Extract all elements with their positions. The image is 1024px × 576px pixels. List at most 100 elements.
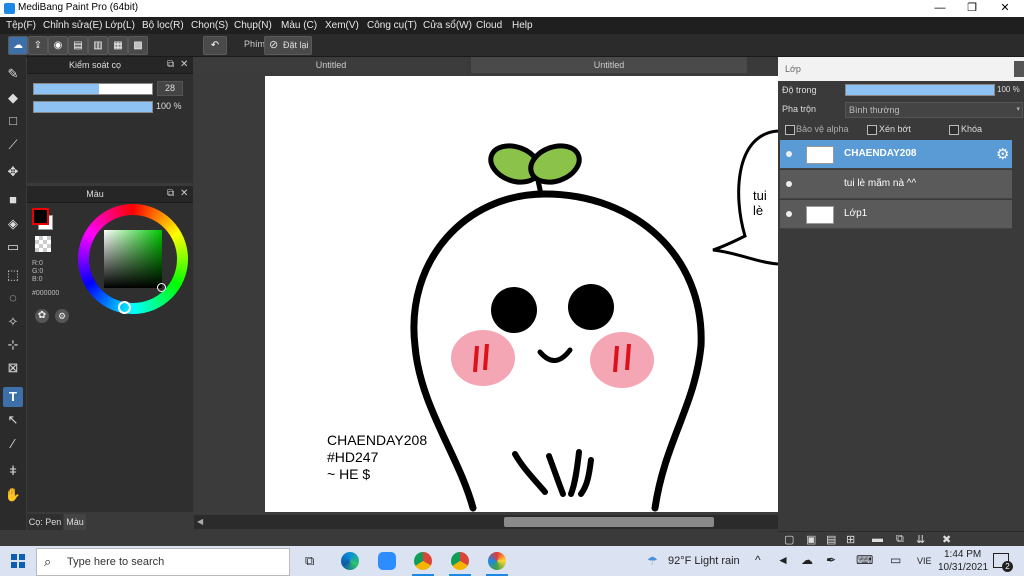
close-panel-icon[interactable]: ✕	[180, 188, 188, 199]
brush-size-slider[interactable]	[33, 83, 153, 95]
pen-icon[interactable]: ✒	[826, 553, 836, 567]
magic-wand-tool-icon[interactable]: ✧	[3, 312, 23, 332]
grid-icon[interactable]: ▦	[108, 36, 128, 55]
zoom-icon[interactable]	[378, 552, 396, 570]
brush-opacity-slider[interactable]	[33, 101, 153, 113]
layer-row[interactable]: Lớp1	[780, 200, 1012, 229]
layer-row[interactable]: tui lè mãm nà ^^	[780, 170, 1012, 199]
doc-tab-1[interactable]: Untitled	[194, 57, 468, 73]
visibility-icon[interactable]	[786, 151, 792, 157]
menu-layer[interactable]: Lớp(L)	[105, 20, 135, 31]
hand-tool-icon[interactable]: ✋	[3, 485, 23, 505]
menu-help[interactable]: Help	[512, 20, 533, 31]
tab-brush[interactable]: Cọ: Pen	[27, 514, 63, 530]
tiles-icon[interactable]: ▩	[128, 36, 148, 55]
chat-icon[interactable]: ▤	[68, 36, 88, 55]
comment-icon[interactable]: ◉	[48, 36, 68, 55]
upload-icon[interactable]: ⇪	[28, 36, 48, 55]
cloud-icon[interactable]: ☁	[8, 36, 28, 55]
menu-tools[interactable]: Công cụ(T)	[367, 20, 417, 31]
text-tool-icon[interactable]: T	[3, 387, 23, 407]
gradient-tool-icon[interactable]: ▭	[3, 237, 23, 257]
brush-size-value[interactable]: 28	[157, 81, 183, 96]
weather-icon[interactable]: ☂	[647, 554, 658, 568]
scroll-left-icon[interactable]: ◀	[197, 517, 203, 526]
reset-button[interactable]: ⊘ Đặt lại	[264, 36, 312, 55]
maximize-button[interactable]: ❐	[956, 0, 988, 17]
speaker-icon[interactable]: ◄	[777, 553, 789, 567]
menu-view[interactable]: Xem(V)	[325, 20, 359, 31]
new-layer-icon[interactable]: ▢	[784, 533, 794, 546]
line-tool-icon[interactable]: ⟋	[3, 135, 23, 155]
palette-settings-icon[interactable]: ⚙	[55, 309, 69, 323]
saturation-value-square[interactable]	[104, 230, 162, 288]
eraser-tool-icon[interactable]: ◆	[3, 88, 23, 108]
close-window-button[interactable]: ✕	[989, 0, 1021, 17]
clipping-checkbox[interactable]	[867, 125, 877, 135]
gear-icon[interactable]: ⚙	[996, 145, 1009, 163]
clock-time[interactable]: 1:44 PM	[944, 549, 981, 560]
select-rect-tool-icon[interactable]: ⬚	[3, 265, 23, 285]
folder-icon[interactable]: ▬	[872, 533, 883, 545]
medibang-taskbar-icon[interactable]	[488, 552, 506, 570]
menu-select[interactable]: Chọn(S)	[191, 20, 228, 31]
eyedropper-tool-icon[interactable]: ǂ	[3, 461, 23, 481]
document-icon[interactable]: ▥	[88, 36, 108, 55]
brush-tool-icon[interactable]: ✎	[3, 64, 23, 84]
color-wheel[interactable]	[78, 204, 188, 314]
task-view-icon[interactable]: ⧉	[305, 553, 314, 569]
new-halftone-layer-icon[interactable]: ▤	[826, 533, 836, 546]
layer-opacity-slider[interactable]	[845, 84, 995, 96]
lock-checkbox[interactable]	[949, 125, 959, 135]
doc-tab-2[interactable]: Untitled	[471, 57, 747, 73]
dropper-tool-icon[interactable]: ⁄	[3, 434, 23, 454]
menu-capture[interactable]: Chụp(N)	[234, 20, 272, 31]
drawing-canvas[interactable]: tui lè CHAENDAY208 #HD247 ~ HE $	[265, 76, 778, 512]
add-layer-menu-icon[interactable]: ⊞	[846, 533, 855, 546]
duplicate-layer-icon[interactable]: ⧉	[896, 533, 904, 546]
chevron-up-icon[interactable]: ^	[755, 553, 761, 567]
layer-row[interactable]: CHAENDAY208 ⚙	[780, 140, 1012, 169]
blend-mode-select[interactable]: Bình thường ▾	[845, 102, 1023, 118]
menu-color[interactable]: Màu (C)	[281, 20, 317, 31]
menu-file[interactable]: Tệp(F)	[6, 20, 36, 31]
palette-icon[interactable]: ✿	[35, 309, 49, 323]
lasso-tool-icon[interactable]: ◌	[3, 288, 23, 308]
undo-icon[interactable]: ↶	[203, 36, 227, 55]
trash-icon[interactable]: ✖	[942, 533, 951, 546]
edge-icon[interactable]	[341, 552, 359, 570]
keyboard-icon[interactable]: ⌨	[856, 553, 873, 567]
menu-window[interactable]: Cửa sổ(W)	[423, 20, 472, 31]
windows-start-icon[interactable]	[11, 554, 25, 568]
onedrive-icon[interactable]: ☁	[801, 553, 813, 567]
popout-icon[interactable]: ⧉	[167, 188, 174, 199]
tab-color[interactable]: Màu	[64, 514, 86, 530]
new-color-layer-icon[interactable]: ▣	[806, 533, 816, 546]
menu-cloud[interactable]: Cloud	[476, 20, 502, 31]
protect-alpha-checkbox[interactable]	[785, 125, 795, 135]
clock-date[interactable]: 10/31/2021	[938, 562, 988, 573]
popout-icon[interactable]: ⧉	[167, 59, 174, 70]
select-pen-tool-icon[interactable]: ⊹	[3, 335, 23, 355]
menu-edit[interactable]: Chỉnh sửa(E)	[43, 20, 103, 31]
select-eraser-tool-icon[interactable]: ⊠	[3, 358, 23, 378]
move-tool-icon[interactable]: ✥	[3, 162, 23, 182]
horizontal-scrollbar[interactable]: ◀	[194, 515, 778, 529]
menu-filter[interactable]: Bộ lọc(R)	[142, 20, 184, 31]
minimize-button[interactable]: —	[924, 0, 956, 17]
scrollbar-thumb[interactable]	[504, 517, 714, 527]
taskbar-search-box[interactable]: ⌕ Type here to search	[36, 548, 290, 576]
language-indicator[interactable]: VIE	[917, 556, 932, 566]
hue-picker-handle[interactable]	[118, 301, 131, 314]
sv-picker-handle[interactable]	[157, 283, 166, 292]
operation-tool-icon[interactable]: ↖	[3, 410, 23, 430]
chrome-icon[interactable]	[451, 552, 469, 570]
merge-layer-icon[interactable]: ⇊	[916, 533, 925, 546]
close-panel-icon[interactable]: ✕	[180, 59, 188, 70]
rectangle-tool-icon[interactable]: □	[3, 111, 23, 131]
fill-rect-tool-icon[interactable]: ■	[3, 190, 23, 210]
display-icon[interactable]: ▭	[890, 553, 901, 567]
transparent-color-swatch[interactable]	[35, 236, 51, 252]
visibility-icon[interactable]	[786, 181, 792, 187]
visibility-icon[interactable]	[786, 211, 792, 217]
